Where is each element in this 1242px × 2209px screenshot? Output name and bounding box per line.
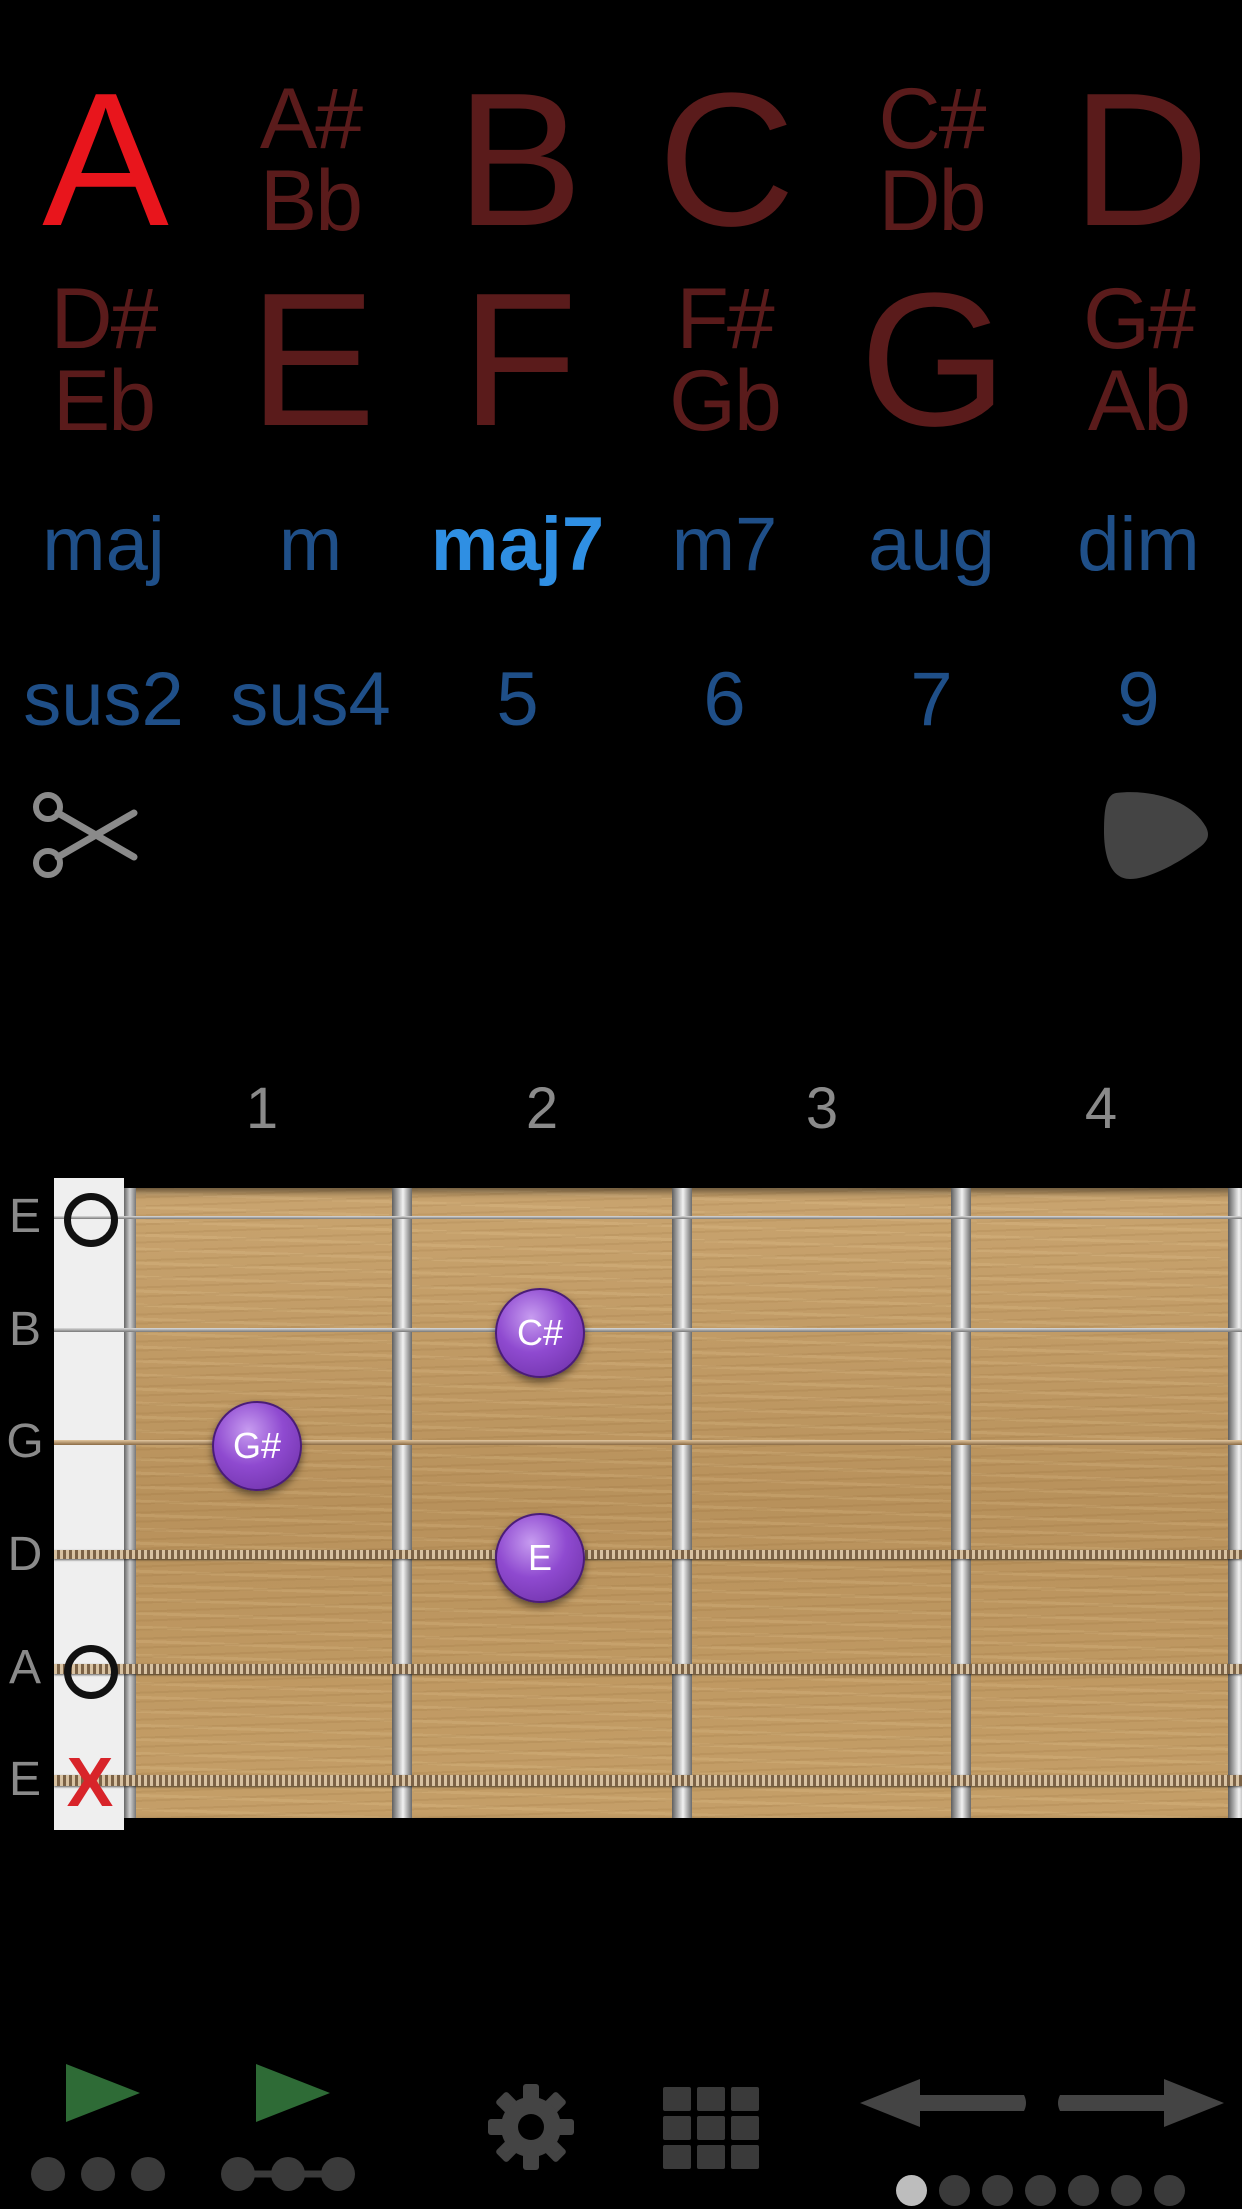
page-indicator [896, 2175, 1185, 2209]
mute-string-marker-e-low[interactable]: X [62, 1747, 118, 1817]
type-m[interactable]: m [207, 500, 414, 590]
type-6[interactable]: 6 [621, 655, 828, 745]
finger-dot-d-fret-2[interactable]: E [495, 1513, 585, 1603]
arrow-right-icon [1058, 2079, 1224, 2127]
chord-type-row-2: sus2 sus4 5 6 7 9 [0, 655, 1242, 745]
page-dot-6[interactable] [1111, 2175, 1142, 2206]
page-dot-1[interactable] [896, 2175, 927, 2206]
fret-bar-1 [392, 1188, 412, 1818]
play-arpeggio-button[interactable] [218, 2050, 358, 2200]
string-e-low[interactable] [54, 1775, 1242, 1786]
finger-dot-g-fret-1[interactable]: G# [212, 1401, 302, 1491]
next-button[interactable] [1056, 2075, 1226, 2131]
type-aug[interactable]: aug [828, 500, 1035, 590]
open-string-marker-e-high[interactable] [64, 1193, 118, 1247]
fret-bar-3 [951, 1188, 971, 1818]
page-dot-3[interactable] [982, 2175, 1013, 2206]
finger-note-label: E [527, 1537, 552, 1578]
string-name-a: A [8, 1641, 41, 1694]
guitar-pick-icon[interactable] [1100, 785, 1212, 885]
settings-button[interactable] [486, 2082, 576, 2172]
root-note-grid: A A# Bb B C C# Db D D# Eb E F F# Gb G G# Ab [0, 60, 1242, 470]
string-name-d: D [7, 1528, 43, 1581]
page-dot-2[interactable] [939, 2175, 970, 2206]
fret-bar-4 [1228, 1188, 1242, 1818]
finger-note-label: C# [516, 1312, 564, 1353]
fret-number-3: 3 [805, 1076, 839, 1141]
gear-icon [488, 2084, 574, 2170]
root-A-sharp[interactable]: A# Bb [207, 60, 414, 260]
root-F[interactable]: F [414, 260, 621, 460]
fret-number-1: 1 [245, 1076, 279, 1141]
open-string-marker-a[interactable] [64, 1645, 118, 1699]
type-sus4[interactable]: sus4 [207, 655, 414, 745]
chord-grid-button[interactable] [663, 2087, 759, 2169]
play-strum-button[interactable] [28, 2050, 168, 2200]
root-D-sharp[interactable]: D# Eb [0, 260, 207, 460]
root-G-sharp[interactable]: G# Ab [1035, 260, 1242, 460]
root-E[interactable]: E [207, 260, 414, 460]
type-m7[interactable]: m7 [621, 500, 828, 590]
play-arpeggio-icon [221, 2064, 355, 2191]
chord-type-row-1: maj m maj7 m7 aug dim [0, 500, 1242, 590]
root-C[interactable]: C [621, 60, 828, 260]
string-name-g: G [6, 1415, 44, 1468]
fret-bar-2 [672, 1188, 692, 1818]
nut-area [54, 1178, 124, 1830]
string-name-e-high: E [8, 1190, 41, 1243]
play-strum-icon [31, 2064, 165, 2191]
string-name-b: B [8, 1303, 41, 1356]
page-dot-4[interactable] [1025, 2175, 1056, 2206]
fret-number-4: 4 [1084, 1076, 1118, 1141]
type-maj7[interactable]: maj7 [414, 500, 621, 590]
type-5[interactable]: 5 [414, 655, 621, 745]
finger-dot-b-fret-2[interactable]: C# [495, 1288, 585, 1378]
fret-number-2: 2 [525, 1076, 559, 1141]
nut [124, 1188, 136, 1818]
type-7[interactable]: 7 [828, 655, 1035, 745]
previous-button[interactable] [858, 2075, 1028, 2131]
finger-note-label: G# [232, 1425, 282, 1466]
arrow-left-icon [860, 2079, 1026, 2127]
root-C-sharp[interactable]: C# Db [828, 60, 1035, 260]
type-sus2[interactable]: sus2 [0, 655, 207, 745]
root-D[interactable]: D [1035, 60, 1242, 260]
string-b[interactable] [54, 1328, 1242, 1332]
type-maj[interactable]: maj [0, 500, 207, 590]
scissors-icon[interactable] [30, 785, 140, 885]
page-dot-7[interactable] [1154, 2175, 1185, 2206]
type-9[interactable]: 9 [1035, 655, 1242, 745]
string-name-e-low: E [8, 1753, 41, 1806]
string-e-high[interactable] [54, 1216, 1242, 1219]
grid-icon [663, 2087, 759, 2169]
type-dim[interactable]: dim [1035, 500, 1242, 590]
root-B[interactable]: B [414, 60, 621, 260]
root-G[interactable]: G [828, 260, 1035, 460]
string-d[interactable] [54, 1550, 1242, 1559]
root-A[interactable]: A [0, 60, 207, 260]
page-dot-5[interactable] [1068, 2175, 1099, 2206]
string-a[interactable] [54, 1664, 1242, 1674]
root-F-sharp[interactable]: F# Gb [621, 260, 828, 460]
